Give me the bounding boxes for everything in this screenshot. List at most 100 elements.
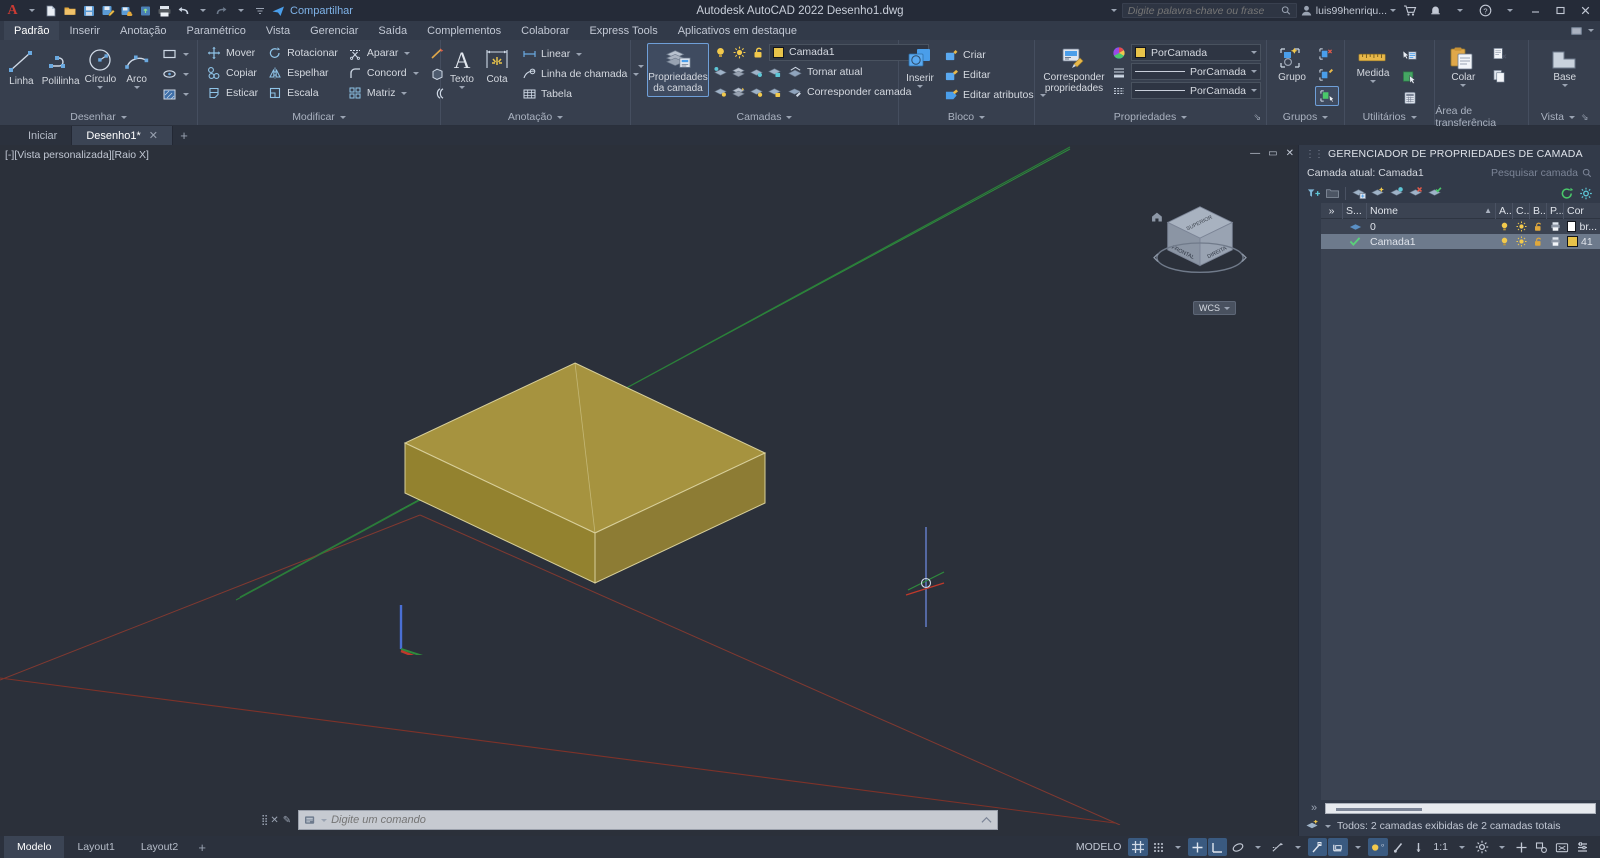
lineweight-icon[interactable]	[1111, 64, 1127, 80]
row-name-1[interactable]: Camada1	[1367, 234, 1496, 249]
customize-icon[interactable]: ✎	[283, 815, 291, 826]
panel-propriedades-expand-icon[interactable]	[1181, 115, 1188, 119]
scrollbar-thumb[interactable]	[1336, 807, 1422, 811]
ribbon-tab-complementos[interactable]: Complementos	[417, 21, 511, 40]
new-icon[interactable]	[42, 2, 59, 19]
model-space-label[interactable]: MODELO	[1070, 838, 1128, 856]
user-account-chip[interactable]: luis99henriqu...	[1300, 4, 1396, 17]
panel-desenhar-expand-icon[interactable]	[120, 115, 127, 119]
retangulo-dropdown-icon[interactable]	[183, 52, 189, 56]
column-header-bloquear[interactable]: B...	[1530, 202, 1547, 219]
tool-retangulo[interactable]	[158, 44, 192, 64]
tool-corresponder-camada[interactable]: Corresponder camada	[784, 82, 914, 102]
set-current-icon[interactable]	[1427, 185, 1443, 201]
ribbon-tab-padrao[interactable]: Padrão	[4, 21, 60, 40]
tool-propriedades-da-camada[interactable]: Propriedades da camada	[647, 43, 709, 97]
tool-editar-bloco[interactable]: Editar	[940, 65, 1049, 85]
drawing-canvas[interactable]: [-][Vista personalizada][Raio X] — ▭ ✕ S…	[0, 145, 1298, 836]
user-dropdown-icon[interactable]	[1390, 9, 1396, 12]
color-property-caret-icon[interactable]	[1251, 51, 1257, 54]
lineweight-display-icon[interactable]: o	[1368, 838, 1389, 856]
row-color-0[interactable]: br...	[1564, 219, 1600, 234]
hardware-accel-icon[interactable]	[1512, 838, 1531, 856]
object-snap-tracking-icon[interactable]	[1268, 838, 1288, 856]
tool-rotacionar[interactable]: Rotacionar	[264, 43, 341, 63]
close-button[interactable]	[1574, 3, 1596, 19]
isometric-draft-icon[interactable]	[1228, 838, 1248, 856]
solid-box-3d[interactable]	[395, 355, 795, 605]
column-header-ativar[interactable]: A...	[1496, 202, 1513, 219]
view-cube[interactable]: SUPERIOR FRONTAL DIREITA	[1146, 197, 1254, 289]
panel-grupos-expand-icon[interactable]	[1322, 115, 1329, 119]
close-icon[interactable]: ✕	[149, 129, 158, 142]
delete-layer-icon[interactable]	[1408, 185, 1424, 201]
command-history-dropdown-icon[interactable]	[321, 818, 328, 822]
row-color-1[interactable]: 41	[1564, 234, 1600, 249]
tool-base[interactable]: Base	[1542, 46, 1588, 89]
panel-modificar-title-bar[interactable]: Modificar	[198, 109, 440, 125]
lightbulb-icon[interactable]	[712, 44, 728, 60]
row-plot-1[interactable]	[1547, 234, 1564, 249]
lineweight-property-caret-icon[interactable]	[1251, 70, 1257, 73]
panel-vista-dialog-launcher[interactable]: ⇘	[1581, 112, 1589, 123]
row-lock-1[interactable]	[1530, 234, 1547, 249]
new-drawing-tab-button[interactable]: +	[173, 126, 195, 145]
inserir-bloco-dropdown-icon[interactable]	[917, 85, 923, 88]
tool-espelhar[interactable]: Espelhar	[264, 63, 341, 83]
ucs-icon[interactable]	[1328, 838, 1349, 856]
layer-states-icon[interactable]	[1351, 185, 1367, 201]
tool-linha[interactable]: Linha	[5, 44, 38, 89]
customization-icon[interactable]	[1573, 838, 1592, 856]
snap-mode-icon[interactable]	[1149, 838, 1168, 856]
tool-tabela[interactable]: Tabela	[518, 84, 642, 104]
isometric-dropdown-icon[interactable]	[1249, 838, 1267, 856]
workspace-gear-icon[interactable]	[1472, 838, 1492, 856]
layer-filter-tree-collapsed[interactable]	[1299, 203, 1321, 800]
tool-escala[interactable]: Escala	[264, 83, 341, 103]
tool-selecao-rapida[interactable]	[1399, 46, 1421, 66]
cart-icon[interactable]	[1399, 3, 1421, 19]
row-lock-0[interactable]	[1530, 219, 1547, 234]
tool-area-rapida[interactable]	[1399, 67, 1421, 87]
app-menu-dropdown-icon[interactable]	[23, 2, 40, 19]
linetype-property-dropdown[interactable]: PorCamada	[1131, 82, 1261, 99]
tool-cota[interactable]: Cota	[481, 44, 513, 87]
new-layout-button[interactable]: +	[191, 840, 213, 855]
tool-circulo-dropdown-icon[interactable]	[97, 86, 104, 89]
lineweight-property-dropdown[interactable]: PorCamada	[1131, 63, 1261, 80]
notification-bell-icon[interactable]	[1424, 3, 1446, 19]
layer-off-icon[interactable]	[748, 64, 764, 80]
viewport-maximize-icon[interactable]: ▭	[1268, 148, 1277, 159]
grip-icon[interactable]: ⣿	[261, 815, 268, 826]
qat-overflow-icon[interactable]	[251, 2, 268, 19]
colar-dropdown-icon[interactable]	[1460, 84, 1467, 87]
command-input-container[interactable]	[298, 810, 999, 830]
autocad-a-logo[interactable]: A	[4, 2, 21, 19]
annotation-scale-dropdown-icon[interactable]	[1453, 838, 1471, 856]
help-icon[interactable]: ?	[1474, 3, 1496, 19]
ribbon-tab-vista[interactable]: Vista	[256, 21, 300, 40]
search-dropdown-caret-icon[interactable]	[1110, 9, 1117, 12]
panel-anotacao-expand-icon[interactable]	[557, 115, 564, 119]
linetype-icon[interactable]	[1111, 83, 1127, 99]
tool-editar-grupo[interactable]	[1315, 65, 1339, 85]
panel-area-transferencia-title-bar[interactable]: Área de transferência	[1435, 105, 1528, 129]
polar-tracking-icon[interactable]	[1208, 838, 1228, 856]
share-plane-icon[interactable]	[270, 2, 287, 19]
unlock-icon[interactable]	[750, 44, 766, 60]
grid-display-icon[interactable]	[1128, 838, 1149, 856]
viewport-minimize-icon[interactable]: —	[1250, 148, 1260, 159]
elipse-dropdown-icon[interactable]	[183, 72, 189, 76]
tool-polilinha[interactable]: Polilinha	[41, 44, 81, 89]
ucs-dropdown-icon[interactable]	[1349, 838, 1367, 856]
minimize-button[interactable]	[1524, 3, 1546, 19]
help-search-box[interactable]	[1121, 3, 1297, 18]
redo-icon[interactable]	[213, 2, 230, 19]
ribbon-tab-gerenciar[interactable]: Gerenciar	[300, 21, 368, 40]
tool-recortar[interactable]	[1489, 44, 1511, 64]
open-cloud-icon[interactable]	[137, 2, 154, 19]
tool-calculadora[interactable]	[1399, 88, 1421, 108]
osnap-tracking-dropdown-icon[interactable]	[1289, 838, 1307, 856]
annotation-scale-value[interactable]: 1:1	[1429, 838, 1452, 856]
tool-aparar[interactable]: Aparar	[344, 43, 422, 63]
